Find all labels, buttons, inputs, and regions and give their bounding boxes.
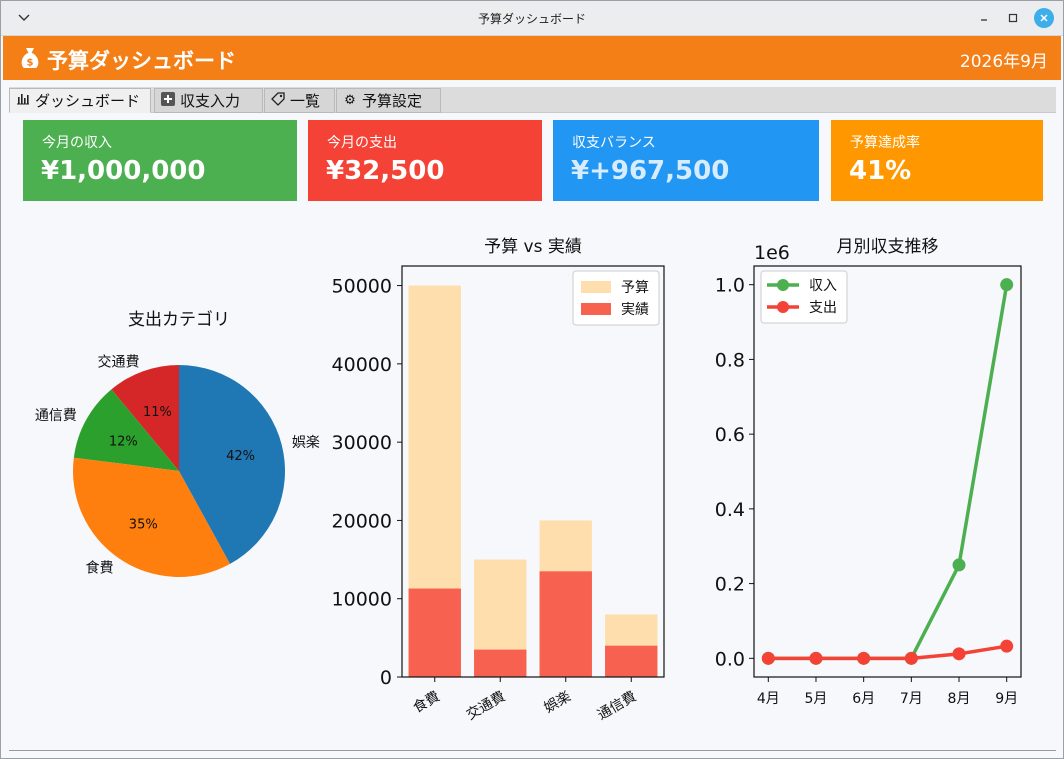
charts-canvas: 支出カテゴリ11%交通費12%通信費35%食費42%娯楽予算 vs 実績食費 交通…: [35, 237, 1022, 724]
line-x-tick-label: 9月: [995, 691, 1018, 707]
line-chart-title: 月別収支推移: [837, 237, 939, 257]
balance-card: 収支バランス ¥+967,500: [553, 120, 819, 201]
line-y-tick-label: 0.0: [715, 648, 745, 670]
minimize-icon[interactable]: [974, 8, 994, 28]
tab-dashboard[interactable]: ダッシュボード: [9, 88, 151, 113]
expense-point: [952, 647, 966, 661]
expense-point: [761, 651, 775, 665]
line-offset-label: 1e6: [754, 242, 790, 264]
income-point: [952, 558, 966, 572]
achievement-card: 予算達成率 41%: [831, 120, 1043, 201]
income-line: [768, 284, 1009, 661]
balance-card-value: ¥+967,500: [571, 156, 730, 186]
title-bar: 予算ダッシュボード: [1, 1, 1063, 36]
income-card-value: ¥1,000,000: [41, 156, 206, 186]
expense-point: [1000, 639, 1014, 653]
charts-area: 支出カテゴリ 11% 交通費 12% 通信費 35% 食費 42% 娯楽 予算 vs 実績 食費 交通…: [9, 209, 1056, 747]
pie-category-label: 交通費: [98, 353, 140, 370]
plus-icon: [160, 91, 176, 111]
balance-card-label: 収支バランス: [572, 135, 656, 151]
pie-category-label: 娯楽: [292, 435, 320, 451]
bar-x-tick-label: 通信費: [595, 689, 639, 724]
legend-marker: [777, 279, 789, 291]
bar-y-tick-label: 30000: [332, 432, 392, 454]
bar-y-tick-label: 10000: [332, 589, 392, 611]
bar-y-tick-label: 40000: [332, 354, 392, 376]
line-y-tick-label: 0.8: [715, 349, 745, 371]
actual-bar: [474, 649, 527, 677]
app-title: 予算ダッシュボード: [47, 49, 236, 73]
status-divider: [9, 750, 1056, 751]
income-card-label: 今月の収入: [42, 135, 112, 151]
legend-label: 実績: [621, 302, 649, 318]
actual-bar: [539, 571, 592, 677]
pie-pct-label: 35%: [129, 518, 158, 533]
bar-x-tick-label: 食費: [410, 688, 443, 717]
pie-title: 支出カテゴリ: [128, 309, 230, 330]
pie-pct-label: 12%: [109, 434, 138, 449]
bar-chart-icon: [15, 92, 31, 109]
legend-swatch: [581, 303, 611, 315]
line-x-tick-label: 8月: [948, 691, 971, 707]
actual-bar: [605, 645, 658, 677]
current-month: 2026年9月: [959, 52, 1048, 72]
line-x-tick-label: 5月: [805, 691, 828, 707]
legend-label: 収入: [809, 278, 837, 294]
bar-y-tick-label: 0: [380, 667, 392, 689]
legend-marker: [777, 301, 789, 313]
expense-card: 今月の支出 ¥32,500: [308, 120, 542, 201]
expense-point: [809, 651, 823, 665]
app-header: $ 予算ダッシュボード 2026年9月: [3, 36, 1061, 80]
expense-card-label: 今月の支出: [327, 135, 397, 151]
expense-point: [857, 651, 871, 665]
bar-y-tick-label: 20000: [332, 510, 392, 532]
tab-dashboard-label: ダッシュボード: [35, 92, 141, 110]
expense-line: [768, 644, 1007, 661]
tab-bar: ダッシュボード 収支入力 一覧 ⚙ 予算設定: [9, 87, 1056, 113]
line-x-tick-label: 7月: [900, 691, 923, 707]
tab-budget-settings[interactable]: ⚙ 予算設定: [336, 88, 441, 113]
line-x-tick-label: 4月: [757, 691, 780, 707]
pie-category-label: 食費: [85, 559, 113, 576]
line-y-tick-label: 0.2: [715, 574, 745, 596]
window-title: 予算ダッシュボード: [477, 12, 586, 26]
close-icon[interactable]: [1034, 8, 1054, 28]
tab-entry-label: 収支入力: [180, 92, 241, 110]
actual-bar: [408, 588, 461, 677]
money-bag-icon: $: [21, 48, 39, 69]
legend-label: 支出: [809, 300, 837, 316]
achievement-card-value: 41%: [849, 156, 912, 186]
tab-list-label: 一覧: [290, 92, 321, 110]
svg-text:$: $: [27, 58, 34, 69]
tab-list[interactable]: 一覧: [264, 88, 335, 113]
income-card: 今月の収入 ¥1,000,000: [23, 120, 297, 201]
tab-budget-settings-label: 予算設定: [362, 92, 423, 110]
tag-icon: [270, 91, 286, 111]
line-y-tick-label: 1.0: [715, 275, 745, 297]
pie-pct-label: 42%: [226, 449, 255, 464]
line-x-tick-label: 6月: [852, 691, 875, 707]
pie-category-label: 通信費: [35, 408, 77, 424]
expense-card-value: ¥32,500: [326, 156, 445, 186]
bar-x-tick-label: 交通費: [463, 688, 508, 724]
tab-entry[interactable]: 収支入力: [154, 88, 263, 113]
pie-pct-label: 11%: [143, 405, 172, 420]
achievement-card-label: 予算達成率: [850, 135, 920, 151]
legend-label: 予算: [621, 280, 649, 296]
expense-point: [904, 651, 918, 665]
income-point: [1000, 278, 1014, 292]
line-y-tick-label: 0.4: [715, 499, 745, 521]
bar-chart-title: 予算 vs 実績: [484, 237, 582, 257]
app-window: 予算ダッシュボード $ 予算ダッシュボード 2026年9月 ダッシュボード 収支…: [0, 0, 1064, 759]
bar-x-tick-label: 娯楽: [542, 689, 574, 717]
maximize-icon[interactable]: [1003, 8, 1023, 28]
legend-swatch: [581, 281, 611, 293]
gear-icon: ⚙: [344, 93, 356, 108]
line-y-tick-label: 0.6: [715, 424, 745, 446]
bar-y-tick-label: 50000: [332, 276, 392, 298]
line-plot-frame: [753, 265, 1022, 678]
